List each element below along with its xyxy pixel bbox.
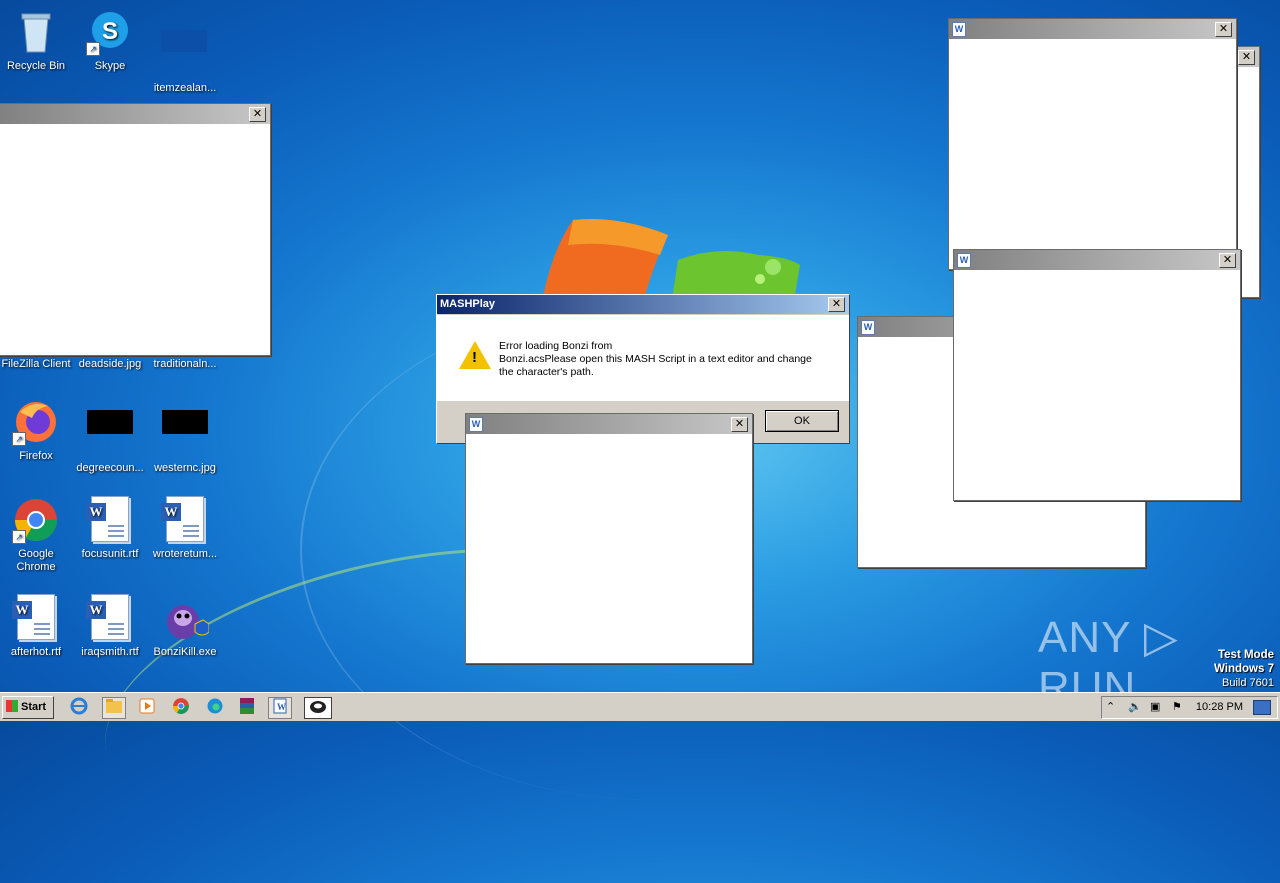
window-titlebar[interactable]: ✕ [0,104,270,124]
desktop-icon-label: degreecoun... [76,462,144,474]
word-document-icon: W [161,496,209,544]
desktop-icon-label: Google Chrome [16,548,56,573]
start-label: Start [21,701,47,713]
window-titlebar[interactable]: W ✕ [466,414,752,434]
word-app-icon: W [952,22,966,37]
file-explorer-icon[interactable] [102,697,126,719]
svg-text:S: S [102,18,118,45]
desktop-icon-google-chrome[interactable]: ↗ Google Chrome [0,496,74,574]
network-icon[interactable]: ▣ [1150,699,1160,715]
chrome-icon: ↗ [12,496,60,544]
chrome-taskbar-icon[interactable] [170,697,192,717]
desktop-icon-afterhot[interactable]: W afterhot.rtf [0,594,74,659]
popup-window[interactable]: W ✕ [465,413,753,664]
desktop-icon-label: afterhot.rtf [10,646,62,658]
shortcut-arrow-icon: ↗ [12,432,26,446]
popup-window[interactable]: W ✕ [948,18,1237,270]
desktop-icon-label: FileZilla Client [1,358,71,370]
shortcut-arrow-icon: ↗ [86,42,100,56]
firefox-icon: ↗ [12,398,60,446]
desktop-icon-firefox[interactable]: ↗ Firefox [0,398,74,463]
taskbar: Start W ⌃ 🔈 ▣ ⚑ 10:28 PM [0,692,1280,721]
windows-flag-icon [6,700,18,712]
desktop-icon-label: iraqsmith.rtf [81,646,139,658]
window-titlebar[interactable]: W ✕ [949,19,1236,39]
desktop-icon-label: Firefox [19,450,53,462]
word-taskbar-icon[interactable]: W [268,697,292,719]
build-label: Build 7601 [1222,677,1274,689]
word-document-icon: W [12,594,60,642]
start-button[interactable]: Start [2,696,54,719]
desktop-icon-bonzikill[interactable]: BonziKill.exe [147,594,223,659]
ok-button[interactable]: OK [765,410,839,432]
skype-icon: S ↗ [86,8,134,56]
desktop-icon-label: deadside.jpg [78,358,142,370]
word-app-icon: W [861,320,875,335]
action-center-flag-icon[interactable]: ⚑ [1172,699,1182,715]
desktop-icon-label: Skype [94,60,126,72]
media-player-icon[interactable] [136,697,158,717]
desktop-icon-wroteretum[interactable]: W wroteretum... [147,496,223,561]
clock[interactable]: 10:28 PM [1196,697,1243,718]
word-app-icon: W [957,253,971,268]
desktop-icon-recycle-bin[interactable]: Recycle Bin [0,8,74,73]
edge-icon[interactable] [204,697,226,717]
close-button[interactable]: ✕ [731,417,748,432]
image-thumbnail-icon [86,410,134,458]
svg-text:W: W [277,702,286,712]
desktop-icon-label: BonziKill.exe [153,646,217,658]
dialog-close-button[interactable]: ✕ [828,297,845,312]
dialog-body: ! Error loading Bonzi from Bonzi.acsPlea… [437,315,849,401]
desktop-icon-degreecoun[interactable]: degreecoun... [72,398,148,475]
volume-icon[interactable]: 🔈 [1128,699,1142,715]
desktop-icon-label: itemzealan... [153,82,217,94]
dialog-message: Error loading Bonzi from Bonzi.acsPlease… [499,340,829,379]
desktop-icon-westernc[interactable]: westernc.jpg [147,398,223,475]
close-button[interactable]: ✕ [1238,50,1255,65]
internet-explorer-icon[interactable] [68,697,90,717]
show-hidden-icons-icon[interactable]: ⌃ [1106,699,1115,715]
os-label: Windows 7 [1214,663,1274,675]
bonzi-gorilla-icon [161,594,210,642]
desktop-icon-focusunit[interactable]: W focusunit.rtf [72,496,148,561]
popup-window[interactable]: ✕ [0,103,271,356]
word-document-icon: W [86,496,134,544]
desktop-icon-label: focusunit.rtf [81,548,139,560]
desktop-icon-itemzealan[interactable]: itemzealan... [147,8,223,95]
desktop-icon-skype[interactable]: S ↗ Skype [72,8,148,73]
mashplay-taskbar-icon[interactable] [304,697,332,719]
winrar-icon[interactable] [236,697,258,717]
test-mode-notice: Test Mode Windows 7 Build 7601 [1214,648,1274,690]
dialog-message-line1: Error loading Bonzi from [499,340,613,352]
desktop-icon-label: Recycle Bin [6,60,66,72]
close-button[interactable]: ✕ [249,107,266,122]
word-app-icon: W [469,417,483,432]
close-button[interactable]: ✕ [1215,22,1232,37]
system-tray: ⌃ 🔈 ▣ ⚑ 10:28 PM [1101,696,1278,719]
image-thumbnail-icon [161,30,209,78]
desktop-icon-label: westernc.jpg [154,462,216,474]
dialog-title: MASHPlay [440,298,496,310]
recycle-bin-icon [12,8,60,56]
window-titlebar[interactable]: W ✕ [954,250,1240,270]
warning-icon: ! [459,341,491,369]
dialog-titlebar[interactable]: MASHPlay ✕ [437,295,849,314]
popup-window[interactable]: W ✕ [953,249,1241,501]
shortcut-arrow-icon: ↗ [12,530,26,544]
dialog-message-line2: Bonzi.acsPlease open this MASH Script in… [499,353,812,378]
desktop-icon-iraqsmith[interactable]: W iraqsmith.rtf [72,594,148,659]
desktop-icon-label: traditionaln... [153,358,217,370]
test-mode-label: Test Mode [1217,649,1274,661]
show-desktop-icon[interactable] [1253,700,1271,715]
close-button[interactable]: ✕ [1219,253,1236,268]
desktop-icon-label: wroteretum... [152,548,218,560]
word-document-icon: W [86,594,134,642]
image-thumbnail-icon [161,410,209,458]
